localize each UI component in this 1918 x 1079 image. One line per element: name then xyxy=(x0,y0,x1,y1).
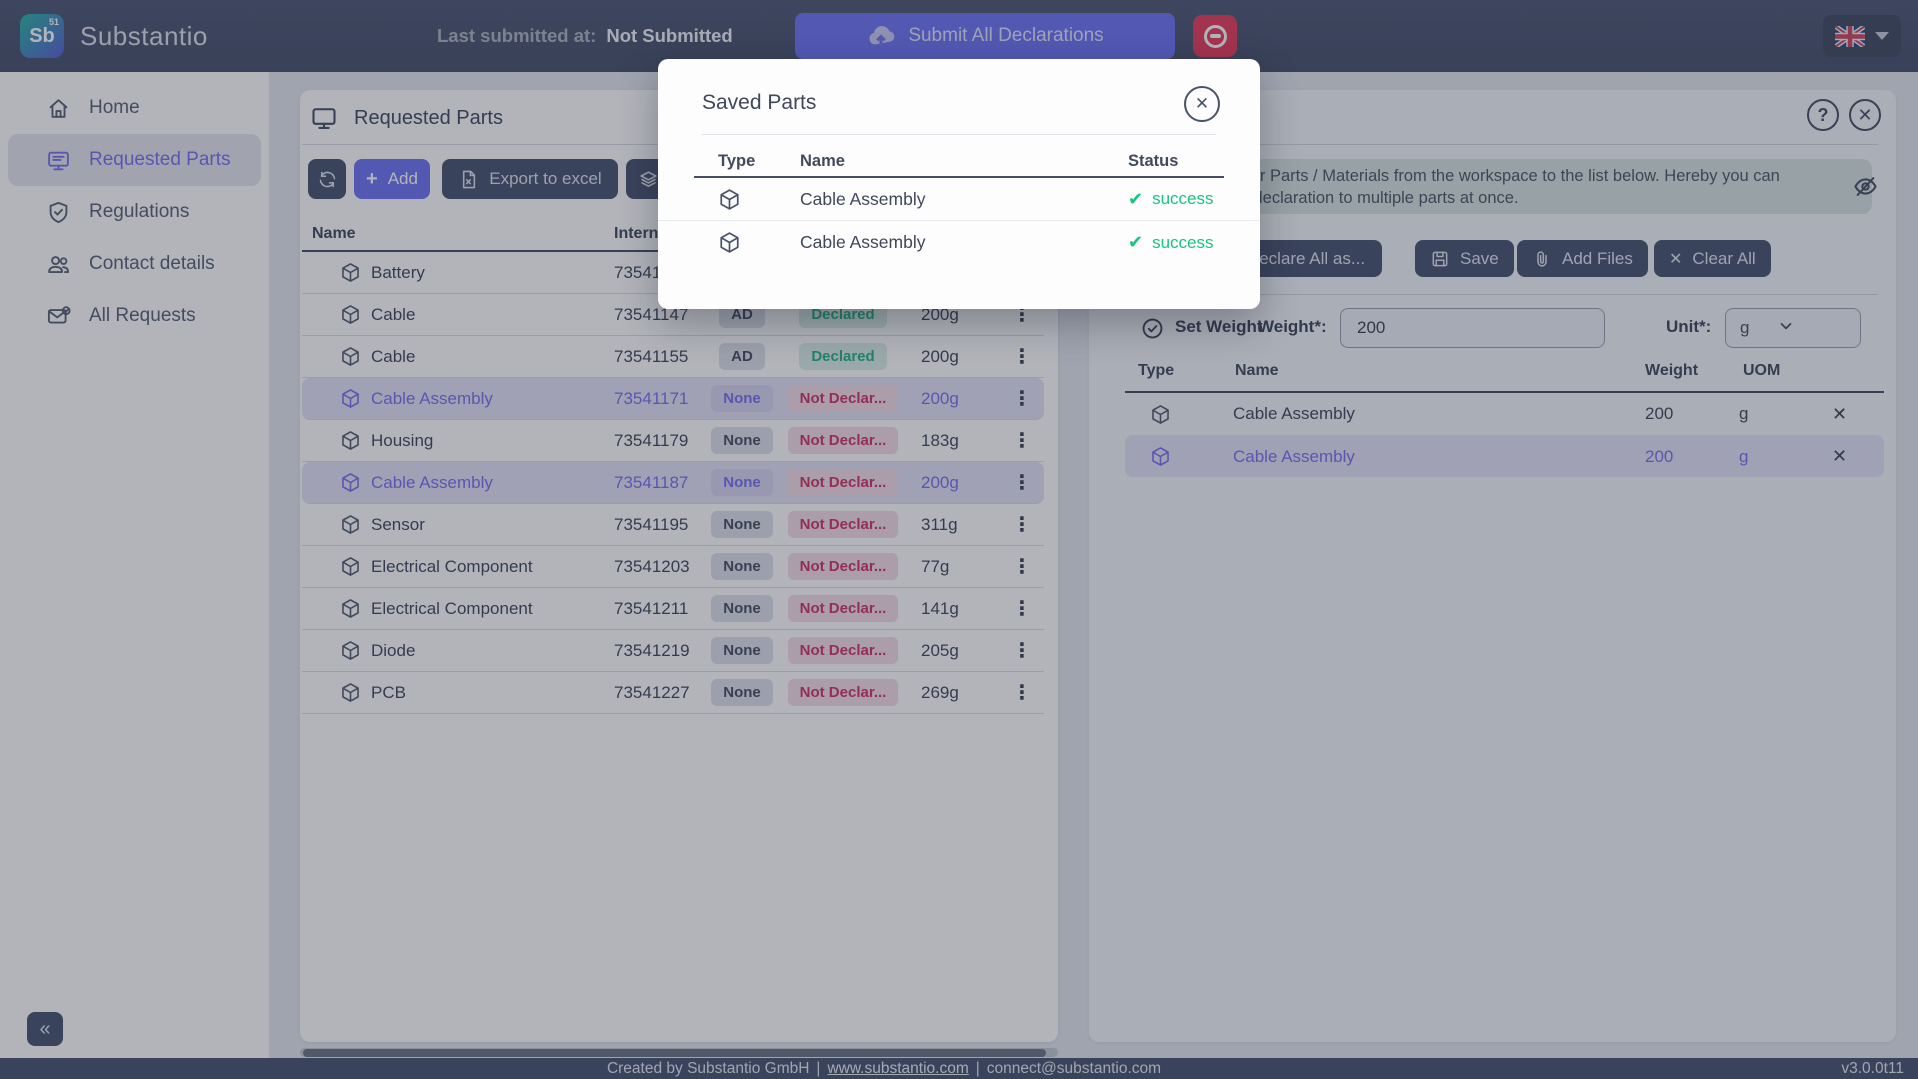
modal-title: Saved Parts xyxy=(702,91,816,115)
column-header-name: Name xyxy=(800,152,845,171)
cube-icon xyxy=(718,188,741,211)
modal-row-2[interactable]: Cable Assembly ✔ success xyxy=(658,221,1260,264)
check-icon: ✔ xyxy=(1128,189,1143,210)
modal-table-body: Cable Assembly ✔ success Cable Assembly … xyxy=(658,178,1260,264)
saved-parts-modal: Saved Parts ✕ Type Name Status Cable Ass… xyxy=(658,59,1260,309)
cube-icon xyxy=(718,231,741,254)
modal-row-1[interactable]: Cable Assembly ✔ success xyxy=(658,178,1260,221)
app-root: Sb 51 Substantio Last submitted at: Not … xyxy=(0,0,1918,1079)
column-header-status: Status xyxy=(1128,152,1178,171)
status-badge: ✔ success xyxy=(1128,232,1260,253)
check-icon: ✔ xyxy=(1128,232,1143,253)
column-header-type: Type xyxy=(718,152,755,171)
divider xyxy=(702,134,1216,135)
status-badge: ✔ success xyxy=(1128,189,1260,210)
modal-close-icon[interactable]: ✕ xyxy=(1184,86,1220,122)
